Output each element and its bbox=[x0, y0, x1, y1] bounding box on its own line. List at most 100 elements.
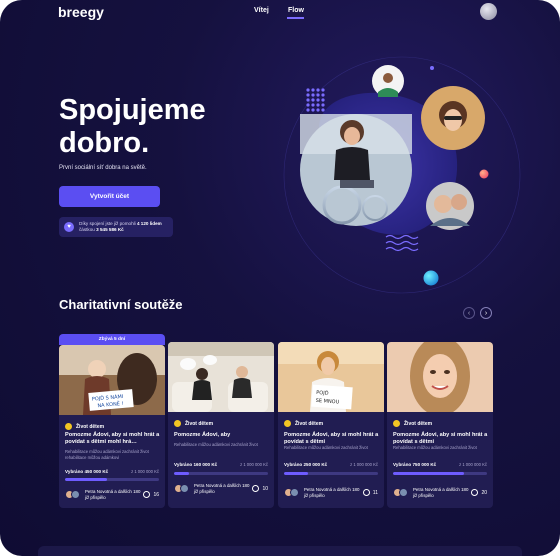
card-raised: Vybráno 450 000 Kč bbox=[65, 469, 109, 474]
carousel-next-button[interactable]: › bbox=[480, 307, 492, 319]
time-left-badge: Zbývá 5 dní bbox=[59, 334, 165, 345]
card-raised: Vybráno 160 000 Kč bbox=[174, 462, 218, 467]
card-description: Rehabilitace můžou adámkovi zachránit ži… bbox=[284, 445, 368, 450]
category-label: Život dětem bbox=[295, 420, 324, 427]
card-photo-jet bbox=[168, 342, 274, 412]
impact-line1: Díky spojení jste již pomohli bbox=[79, 221, 136, 226]
nav-item-flow[interactable]: Flow bbox=[288, 7, 304, 14]
comment-icon bbox=[143, 491, 151, 498]
woman-sunglasses-photo bbox=[421, 86, 485, 150]
hero-illustration bbox=[283, 56, 521, 294]
comments-count[interactable]: 10 bbox=[252, 485, 268, 492]
card-category: Život dětem bbox=[174, 420, 213, 427]
comments-number: 20 bbox=[481, 489, 487, 496]
card-description: Rehabilitace můžou adámkovi zachránit ži… bbox=[393, 445, 477, 450]
card-category: Život dětem bbox=[393, 420, 432, 427]
supporters: Petra Novotná a dalších 180 již přispělo bbox=[65, 489, 145, 500]
campaign-card[interactable]: POJĎ SE MNOU Život dětem Pomozme Ádovi, … bbox=[278, 342, 384, 508]
impact-summary: ♥ Díky spojení jste již pomohli 4 120 li… bbox=[59, 217, 173, 237]
comments-number: 10 bbox=[262, 485, 268, 492]
avatar bbox=[180, 484, 189, 493]
nav-item-vitej[interactable]: Vítej bbox=[254, 7, 269, 14]
supporters-text: Petra Novotná a dalších 180 již přispělo bbox=[413, 487, 469, 498]
card-raised: Vybráno 250 000 Kč bbox=[284, 462, 328, 467]
supporters-text: Petra Novotná a dalších 180 již přispělo bbox=[85, 489, 141, 500]
card-category: Život dětem bbox=[284, 420, 323, 427]
comments-count[interactable]: 11 bbox=[362, 489, 378, 496]
card-title[interactable]: Pomozme Ádovi, aby si mohl hrát a povída… bbox=[393, 432, 489, 446]
campaign-card[interactable]: Život dětem Pomozme Ádovi, aby Rehabilit… bbox=[168, 342, 274, 508]
active-nav-indicator bbox=[287, 17, 304, 19]
progress-fill bbox=[174, 472, 190, 475]
wave-decoration bbox=[385, 234, 419, 252]
avatar bbox=[290, 488, 299, 497]
wheelchair-girl-photo bbox=[300, 114, 412, 226]
comments-count[interactable]: 20 bbox=[471, 489, 487, 496]
supporter-avatars bbox=[65, 490, 81, 499]
supporters: Petra Novotná a dalších 180 již přispělo bbox=[393, 487, 473, 498]
comment-icon bbox=[362, 489, 370, 496]
category-label: Život dětem bbox=[404, 420, 433, 427]
decor-blue-ball bbox=[423, 270, 439, 286]
card-photo-sign: POJĎ SE MNOU bbox=[278, 342, 384, 412]
progress-fill bbox=[393, 472, 464, 475]
comments-number: 11 bbox=[372, 489, 378, 496]
logo[interactable]: breegy bbox=[58, 4, 104, 20]
dots-decoration bbox=[306, 88, 325, 112]
impact-text: Díky spojení jste již pomohli 4 120 lide… bbox=[79, 221, 162, 233]
heart-icon: ♥ bbox=[64, 222, 74, 232]
card-title[interactable]: Pomozme Ádovi, aby bbox=[174, 432, 270, 439]
progress-fill bbox=[284, 472, 308, 475]
card-raised: Vybráno 750 000 Kč bbox=[393, 462, 437, 467]
card-goal: z 1 000 000 Kč bbox=[240, 462, 268, 467]
category-dot-icon bbox=[284, 420, 291, 427]
bottom-panel bbox=[38, 546, 522, 556]
card-category: Život dětem bbox=[65, 423, 104, 430]
avatar bbox=[399, 488, 408, 497]
campaign-card[interactable]: Život dětem Pomozme Ádovi, aby si mohl h… bbox=[387, 342, 493, 508]
supporters: Petra Novotná a dalších 180 již přispělo bbox=[174, 483, 254, 494]
elderly-couple-photo bbox=[426, 182, 474, 230]
impact-amount: 3 545 586 Kč bbox=[96, 227, 124, 232]
create-account-button[interactable]: Vytvořit účet bbox=[59, 186, 160, 207]
card-goal: z 1 000 000 Kč bbox=[131, 469, 159, 474]
supporter-avatars bbox=[284, 488, 300, 497]
progress-bar bbox=[65, 478, 159, 481]
supporters: Petra Novotná a dalších 180 již přispělo bbox=[284, 487, 364, 498]
campaign-card[interactable]: POJĎ S NÁMI NA KONĚ ! Život dětem Pomozm… bbox=[59, 345, 165, 508]
hero-subtitle: První sociální síť dobra na světě. bbox=[59, 165, 147, 171]
card-goal: z 1 000 000 Kč bbox=[350, 462, 378, 467]
app-frame: breegy Vítej Flow Spojujeme dobro. První… bbox=[0, 0, 560, 556]
card-photo-horse: POJĎ S NÁMI NA KONĚ ! bbox=[59, 345, 165, 415]
card-description: Rehabilitace můžou adámkovi zachránit ži… bbox=[65, 449, 149, 460]
comment-icon bbox=[252, 485, 260, 492]
category-dot-icon bbox=[174, 420, 181, 427]
hero-title: Spojujeme dobro. bbox=[59, 94, 206, 159]
user-avatar[interactable] bbox=[480, 3, 497, 20]
card-photo-woman bbox=[387, 342, 493, 412]
supporter-avatars bbox=[393, 488, 409, 497]
supporter-avatars bbox=[174, 484, 190, 493]
decor-dot bbox=[430, 66, 434, 70]
category-label: Život dětem bbox=[185, 420, 214, 427]
decor-orange-ball bbox=[479, 169, 489, 179]
category-dot-icon bbox=[65, 423, 72, 430]
comments-count[interactable]: 16 bbox=[143, 491, 159, 498]
man-avatar-photo bbox=[372, 65, 404, 97]
progress-fill bbox=[65, 478, 108, 481]
avatar bbox=[71, 490, 80, 499]
progress-bar bbox=[284, 472, 378, 475]
card-goal: z 1 000 000 Kč bbox=[459, 462, 487, 467]
section-title: Charitativní soutěže bbox=[59, 297, 183, 312]
comment-icon bbox=[471, 489, 479, 496]
supporters-text: Petra Novotná a dalších 180 již přispělo bbox=[304, 487, 360, 498]
card-title[interactable]: Pomozme Ádovi, aby si mohl hrát a povída… bbox=[284, 432, 380, 446]
progress-bar bbox=[174, 472, 268, 475]
carousel-prev-button[interactable]: ‹ bbox=[463, 307, 475, 319]
progress-bar bbox=[393, 472, 487, 475]
card-title[interactable]: Pomozme Ádovi, aby si mohl hrát a povída… bbox=[65, 432, 161, 446]
card-description: Rehabilitace můžou adámkovi zachránit ži… bbox=[174, 442, 258, 447]
impact-line2: částkou bbox=[79, 227, 95, 232]
impact-count: 4 120 lidem bbox=[136, 221, 162, 226]
category-dot-icon bbox=[393, 420, 400, 427]
